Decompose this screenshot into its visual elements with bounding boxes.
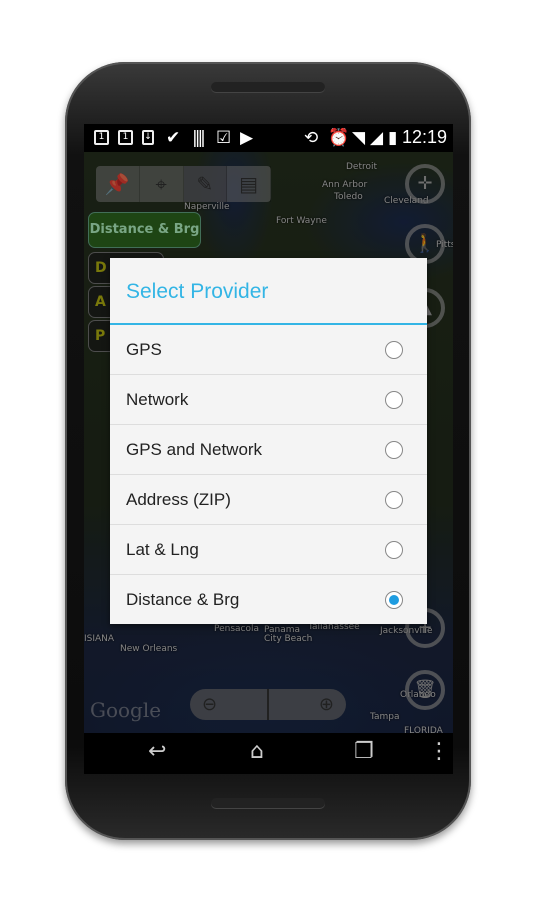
barcode-icon: |||| (192, 128, 206, 148)
select-provider-dialog: Select Provider GPS Network GPS and Networ… (110, 258, 427, 624)
radio-button[interactable] (385, 490, 403, 509)
radio-button[interactable] (385, 540, 403, 559)
option-label: GPS and Network (126, 439, 263, 459)
option-label: Network (126, 389, 189, 409)
rotate-icon: ⟲ (304, 128, 319, 148)
clipboard-icon: ☑ (216, 128, 232, 148)
option-row[interactable]: Lat & Lng (110, 525, 427, 575)
wifi-icon: ◥ (352, 128, 366, 148)
home-icon[interactable]: ⌂ (250, 739, 264, 764)
dialog-title: Select Provider (110, 258, 427, 325)
check-icon: ✔ (166, 128, 181, 148)
radio-button[interactable] (385, 340, 403, 359)
battery-charging-icon: ▮ (388, 128, 398, 148)
option-row[interactable]: Network (110, 375, 427, 425)
radio-button[interactable] (385, 440, 403, 459)
play-store-icon: ▶ (240, 128, 254, 148)
download-icon: ↓ (142, 130, 154, 145)
bottom-speaker (211, 798, 325, 808)
signal-icon: ◢ (370, 128, 384, 148)
back-icon[interactable]: ↩ (148, 739, 166, 764)
clock: 12:19 (401, 127, 447, 147)
radio-button[interactable] (385, 390, 403, 409)
sim1-icon: 1 (118, 130, 133, 145)
option-row[interactable]: Distance & Brg (110, 575, 427, 625)
overflow-menu-icon[interactable]: ⋮ (428, 739, 450, 764)
option-label: Address (ZIP) (126, 489, 231, 509)
option-row[interactable]: GPS and Network (110, 425, 427, 475)
option-row[interactable]: Address (ZIP) (110, 475, 427, 525)
option-label: Lat & Lng (126, 539, 199, 559)
option-label: GPS (126, 339, 162, 359)
recents-icon[interactable]: ❐ (354, 739, 374, 764)
option-label: Distance & Brg (126, 590, 240, 609)
alarm-icon: ⏰ (328, 128, 350, 148)
nav-bar: ↩ ⌂ ❐ ⋮ (84, 733, 453, 774)
option-row[interactable]: GPS (110, 325, 427, 375)
radio-button[interactable] (385, 591, 403, 609)
top-speaker (211, 82, 325, 92)
status-bar: 1 1 ↓ ✔ |||| ☑ ▶ ⟲ ⏰ ◥ ◢ ▮ 12:19 (84, 124, 453, 152)
sim1-icon: 1 (94, 130, 109, 145)
